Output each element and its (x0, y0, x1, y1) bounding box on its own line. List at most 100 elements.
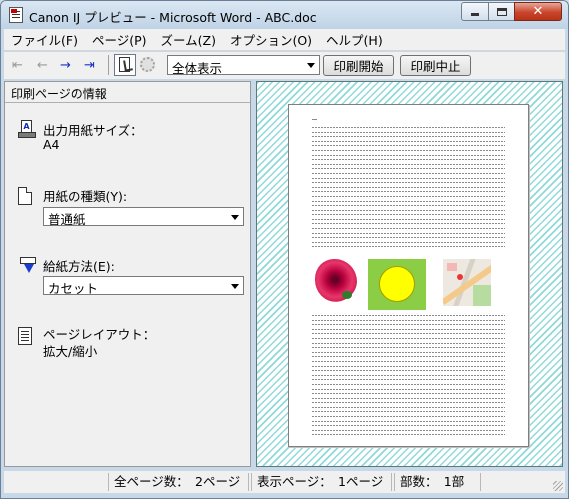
page-text-line (312, 223, 505, 225)
preview-page (288, 104, 529, 447)
page-text-line (312, 333, 505, 335)
chevron-down-icon (307, 63, 315, 68)
media-type-select[interactable]: 普通紙 (43, 207, 244, 227)
page-text-line (312, 241, 505, 243)
page-text-line (312, 315, 505, 316)
page-text-line (312, 145, 505, 147)
flower-image (315, 259, 357, 302)
page-text-line (312, 159, 505, 161)
page-text-line (312, 370, 505, 372)
page-text-line (312, 200, 505, 202)
word-document-icon (9, 7, 23, 23)
output-paper-size-icon: A (18, 120, 36, 140)
map-block-shape (447, 263, 457, 271)
status-copies: 部数： 1部 (394, 473, 481, 491)
page-text-line (312, 425, 505, 427)
page-text-block-top (312, 127, 505, 251)
zoom-select-value: 全体表示 (172, 61, 223, 76)
menu-options[interactable]: オプション(O) (223, 30, 319, 49)
page-text-line (312, 434, 505, 436)
paper-source-select[interactable]: カセット (43, 276, 244, 296)
page-text-block-bottom (312, 315, 505, 439)
menu-help[interactable]: ヘルプ(H) (319, 30, 390, 49)
status-bar: 全ページ数： 2ページ 表示ページ： 1ページ 部数： 1部 (4, 471, 565, 493)
menu-page[interactable]: ページ(P) (85, 30, 154, 49)
page-text-line (312, 356, 505, 358)
page-text-line (312, 383, 505, 385)
page-text-line (312, 365, 505, 367)
previous-page-icon[interactable]: ← (37, 59, 48, 72)
title-bar[interactable]: Canon IJ プレビュー - Microsoft Word - ABC.do… (1, 1, 568, 29)
menu-zoom[interactable]: ズーム(Z) (154, 30, 223, 49)
printer-tray-shape (18, 132, 36, 138)
page-text-line (312, 214, 505, 216)
media-type-label: 用紙の種類(Y): (43, 189, 128, 204)
page-text-line (312, 406, 505, 408)
chevron-down-icon (231, 284, 239, 289)
menu-file[interactable]: ファイル(F) (4, 30, 85, 49)
page-text-line (312, 136, 505, 138)
menu-bar: ファイル(F) ページ(P) ズーム(Z) オプション(O) ヘルプ(H) (4, 29, 565, 51)
page-text-line (312, 351, 505, 353)
page-preview-area[interactable] (256, 81, 563, 467)
output-paper-size-value: A4 (43, 137, 60, 152)
page-text-line (312, 402, 505, 404)
page-text-line (312, 149, 505, 151)
page-text-line (312, 191, 505, 193)
status-total-pages: 全ページ数： 2ページ (108, 473, 249, 491)
paper-source-label: 給紙方法(E): (43, 259, 115, 274)
page-text-line (312, 429, 505, 431)
page-text-line (312, 374, 505, 376)
minimize-button[interactable] (461, 2, 489, 21)
minimize-icon (471, 13, 479, 16)
page-edit-toggle-button[interactable] (114, 54, 136, 76)
page-text-line (312, 246, 505, 248)
page-text-line (312, 163, 505, 165)
page-text-line (312, 195, 505, 197)
chevron-down-icon (231, 215, 239, 220)
page-text-line (312, 172, 505, 174)
page-text-line (312, 140, 505, 142)
page-layout-icon (18, 327, 32, 345)
start-print-button[interactable]: 印刷開始 (323, 55, 394, 76)
close-icon: ✕ (532, 4, 544, 19)
toolbar: ⇤ ← → ⇥ 全体表示 印刷開始 印刷中止 (4, 52, 565, 79)
next-page-icon[interactable]: → (60, 59, 71, 72)
maximize-button[interactable] (488, 2, 515, 21)
page-text-line (312, 319, 505, 321)
first-page-icon[interactable]: ⇤ (12, 59, 23, 72)
toolbar-separator (108, 55, 109, 75)
page-text-line (312, 397, 505, 399)
stop-print-button[interactable]: 印刷中止 (400, 55, 471, 76)
page-text-line (312, 218, 505, 220)
page-layout-value: 拡大/縮小 (43, 344, 98, 359)
page-text-line (312, 182, 505, 184)
settings-disc-icon[interactable] (140, 57, 155, 72)
close-button[interactable]: ✕ (514, 2, 562, 21)
paper-sheet-shape (20, 257, 36, 264)
page-text-line (312, 232, 505, 234)
page-text-line (312, 420, 505, 422)
paper-source-icon (18, 257, 38, 277)
page-text-line (312, 131, 505, 133)
page-text-line (312, 154, 505, 156)
last-page-icon[interactable]: ⇥ (84, 59, 95, 72)
zoom-select[interactable]: 全体表示 (167, 55, 320, 76)
maximize-icon (496, 7, 507, 16)
page-text-line (312, 209, 505, 211)
sun-circle-shape (379, 266, 415, 302)
page-text-line (312, 379, 505, 381)
paper-source-select-value: カセット (48, 281, 99, 296)
page-text-line (312, 186, 505, 188)
print-info-header: 印刷ページの情報 (5, 82, 250, 103)
page-text-line (312, 337, 505, 339)
page-text-line (312, 237, 505, 239)
page-text-line (312, 388, 505, 390)
page-edit-icon (119, 57, 130, 72)
page-text-line (312, 347, 505, 349)
page-text-line (312, 393, 505, 395)
map-image (443, 259, 491, 306)
resize-grip-icon[interactable] (553, 481, 563, 491)
media-type-icon (18, 187, 32, 205)
page-text-line (312, 328, 505, 330)
